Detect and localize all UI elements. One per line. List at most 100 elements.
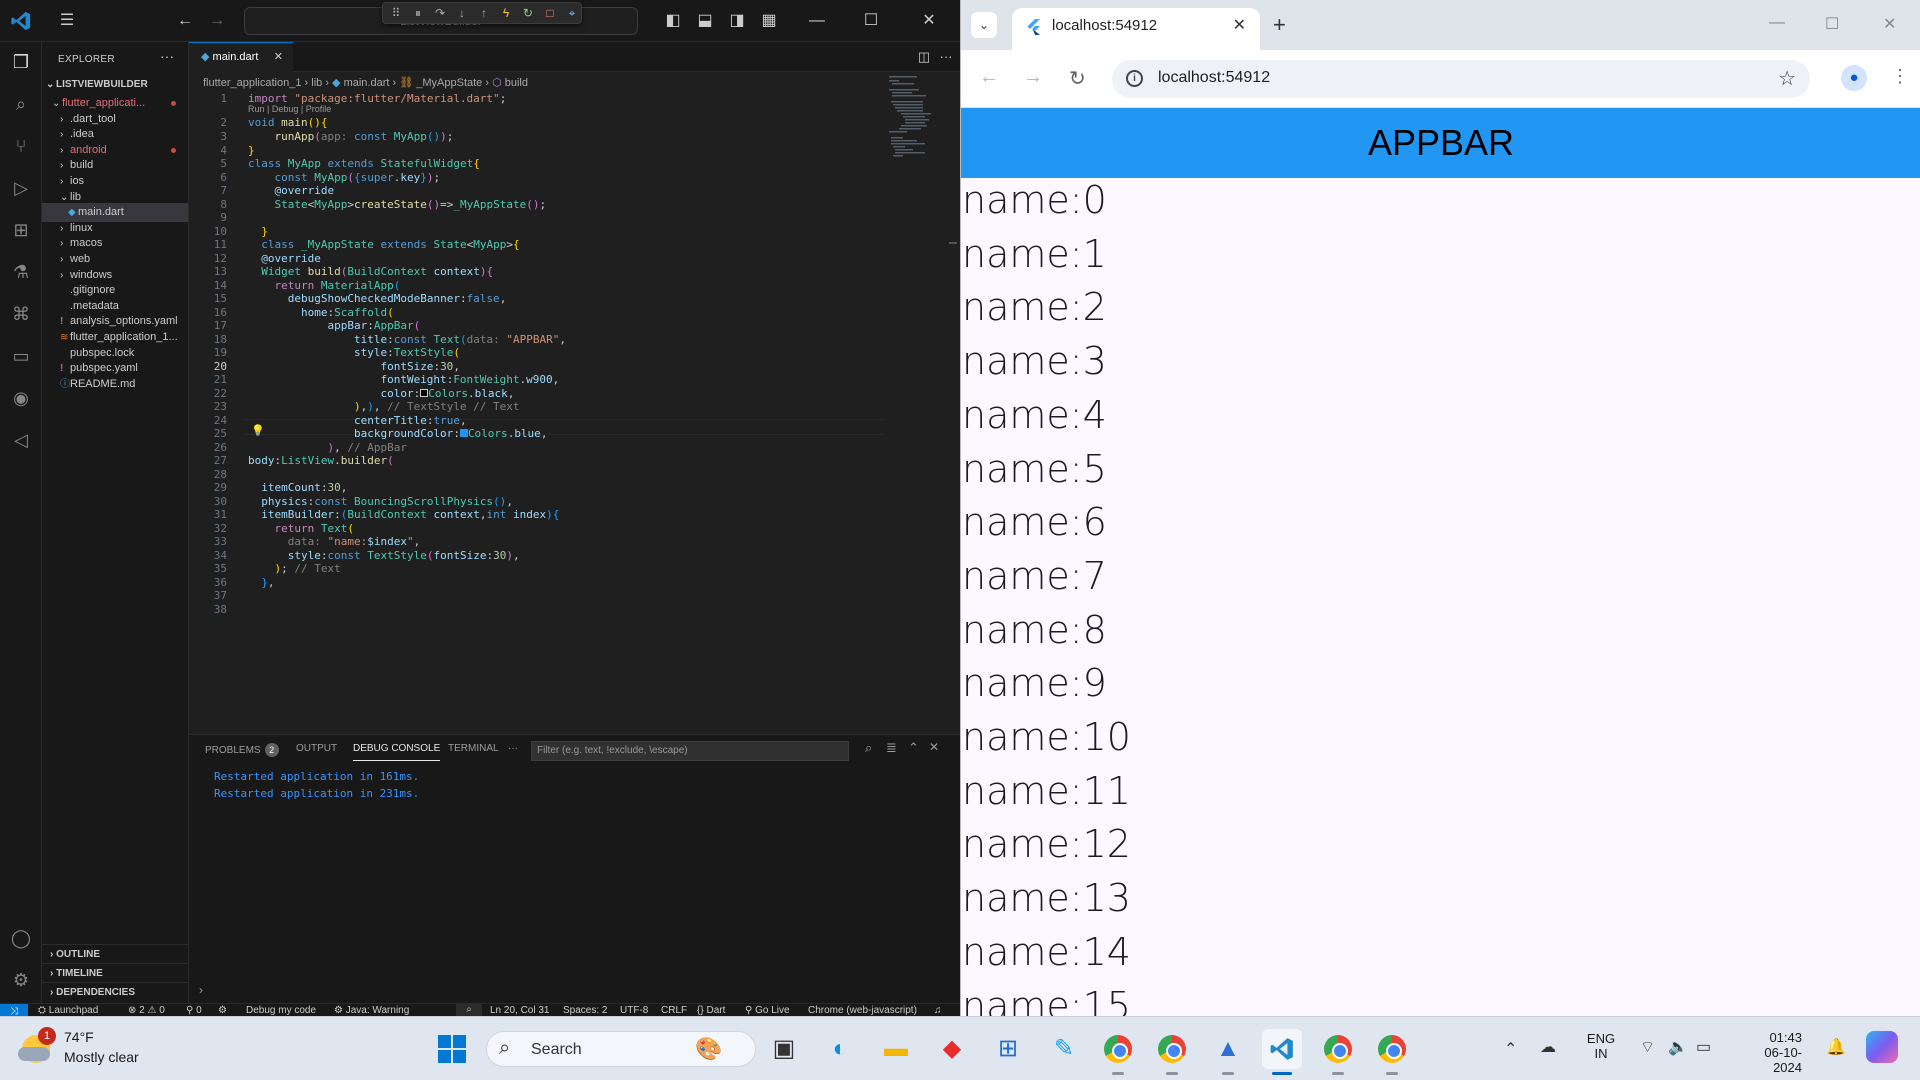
explorer-icon[interactable]: ❐: [9, 50, 33, 74]
language-mode[interactable]: {} Dart: [697, 1005, 725, 1016]
file-explorer-icon[interactable]: ▬: [876, 1029, 916, 1069]
reload-icon[interactable]: ↻: [1069, 66, 1086, 91]
chrome-close-icon[interactable]: ✕: [1883, 14, 1896, 34]
vscode-taskbar-icon[interactable]: [1262, 1029, 1302, 1075]
new-tab-plus-icon[interactable]: +: [1273, 12, 1286, 38]
source-control-icon[interactable]: ⑂: [9, 134, 33, 158]
tab-terminal[interactable]: TERMINAL: [448, 743, 499, 754]
python-icon[interactable]: ⌘: [9, 302, 33, 326]
timeline-section[interactable]: › TIMELINE: [42, 963, 188, 982]
debug-my-code-status[interactable]: Debug my code: [246, 1005, 316, 1016]
split-editor-icon[interactable]: ◫: [913, 46, 935, 68]
device-status[interactable]: Chrome (web-javascript): [808, 1005, 917, 1016]
gitlens-icon[interactable]: ◉: [9, 386, 33, 410]
step-out-icon[interactable]: ↑: [475, 4, 493, 22]
dependencies-section[interactable]: › DEPENDENCIES: [42, 982, 188, 1001]
notification-bell-icon[interactable]: 🔔: [1826, 1037, 1846, 1057]
breadcrumb-project[interactable]: flutter_application_1: [203, 77, 301, 89]
accounts-icon[interactable]: ◯: [9, 926, 33, 950]
photos-app-icon[interactable]: ▲: [1208, 1029, 1248, 1075]
search-icon[interactable]: ⌕: [9, 92, 33, 116]
clear-console-icon[interactable]: ≣: [886, 740, 897, 756]
battery-icon[interactable]: ▭: [1696, 1037, 1711, 1057]
folder-icon[interactable]: ▭: [9, 344, 33, 368]
maximize-icon[interactable]: ☐: [860, 10, 882, 32]
chrome-taskbar-icon-3[interactable]: [1318, 1029, 1358, 1075]
toggle-primary-sidebar-icon[interactable]: ◧: [662, 10, 684, 32]
tab-debug-console[interactable]: DEBUG CONSOLE: [353, 743, 441, 761]
launchpad-status[interactable]: ⛭ Launchpad: [38, 1005, 98, 1016]
cursor-position[interactable]: Ln 20, Col 31: [490, 1005, 550, 1016]
breadcrumb-lib[interactable]: lib: [311, 77, 322, 89]
hot-reload-icon[interactable]: ϟ: [497, 4, 515, 22]
forward-arrow-icon[interactable]: →: [206, 10, 228, 32]
line-endings[interactable]: CRLF: [661, 1005, 687, 1016]
chrome-maximize-icon[interactable]: ☐: [1825, 14, 1839, 34]
chrome-taskbar-icon[interactable]: [1098, 1029, 1138, 1075]
problems-status[interactable]: ⊗ 2 ⚠ 0: [128, 1005, 165, 1016]
onedrive-icon[interactable]: ☁: [1540, 1037, 1556, 1057]
wifi-icon[interactable]: ⌔: [1640, 1037, 1655, 1057]
back-arrow-icon[interactable]: ←: [979, 66, 999, 89]
more-actions-icon[interactable]: ···: [160, 48, 174, 64]
code-editor[interactable]: 1 2 3 4 5 6 7 8 9 10 11 12 13 14 15 16 17 18 19 20 21 22 23 24 2…: [189, 92, 884, 732]
tab-problems[interactable]: PROBLEMS 2: [205, 743, 279, 757]
customize-layout-icon[interactable]: ▦: [758, 10, 780, 32]
tab-close-icon[interactable]: ✕: [274, 43, 283, 72]
chrome-taskbar-icon-4[interactable]: [1372, 1029, 1412, 1075]
run-debug-icon[interactable]: ▷: [9, 176, 33, 200]
project-folder[interactable]: ⌄ LISTVIEWBUILDER: [42, 75, 188, 94]
tab-main-dart[interactable]: ◆ main.dart ✕: [189, 42, 293, 72]
close-panel-icon[interactable]: ✕: [929, 740, 939, 754]
editor-more-icon[interactable]: ···: [935, 46, 957, 68]
drag-handle-icon[interactable]: ⠿: [387, 4, 405, 22]
browser-tab[interactable]: localhost:54912 ✕: [1012, 8, 1260, 50]
profile-avatar-icon[interactable]: ●: [1841, 65, 1867, 91]
step-into-icon[interactable]: ↓: [453, 4, 471, 22]
panel-more-icon[interactable]: ···: [508, 743, 518, 754]
minimize-icon[interactable]: —: [806, 10, 828, 32]
breadcrumb-method[interactable]: build: [505, 77, 528, 89]
microsoft-store-icon[interactable]: ⊞: [988, 1029, 1028, 1069]
java-status[interactable]: ⚙ Java: Warning: [334, 1005, 409, 1016]
language-indicator[interactable]: ENG IN: [1586, 1031, 1616, 1061]
chrome-minimize-icon[interactable]: —: [1769, 14, 1785, 32]
inspect-icon[interactable]: ⌖: [563, 4, 581, 22]
back-arrow-icon[interactable]: ←: [174, 10, 196, 32]
menu-icon[interactable]: ☰: [56, 10, 78, 32]
task-view-icon[interactable]: ▣: [764, 1029, 804, 1069]
filter-search-icon[interactable]: ⌕: [865, 740, 872, 756]
notifications-bell-icon[interactable]: ♫: [934, 1005, 942, 1016]
forward-arrow-icon[interactable]: →: [1023, 66, 1043, 89]
encoding[interactable]: UTF-8: [620, 1005, 648, 1016]
chrome-menu-icon[interactable]: ⋮: [1891, 66, 1909, 87]
copilot-icon[interactable]: [1866, 1031, 1898, 1063]
ports-status[interactable]: ⚲ 0: [186, 1005, 202, 1016]
go-live-status[interactable]: ⚲ Go Live: [745, 1005, 790, 1016]
close-icon[interactable]: ✕: [918, 10, 940, 32]
clock[interactable]: 01:43 06-10-2024: [1736, 1030, 1802, 1075]
debug-status-icon[interactable]: ⚙: [218, 1005, 227, 1016]
maximize-panel-icon[interactable]: ⌃: [908, 740, 919, 756]
tree-file-readme[interactable]: ⓘREADME.md: [42, 375, 188, 394]
toggle-panel-icon[interactable]: ⬓: [694, 10, 716, 32]
volume-icon[interactable]: 🔈: [1668, 1037, 1688, 1057]
bookmark-star-icon[interactable]: ☆: [1778, 66, 1796, 91]
codelens[interactable]: Run | Debug | Profile: [248, 104, 331, 114]
edge-icon[interactable]: ◐: [820, 1029, 860, 1069]
flutter-icon[interactable]: ◁: [9, 428, 33, 452]
start-button[interactable]: [432, 1029, 472, 1069]
weather-widget[interactable]: 1: [18, 1027, 58, 1069]
settings-gear-icon[interactable]: ⚙: [9, 968, 33, 992]
console-prompt-chevron-icon[interactable]: ›: [199, 983, 203, 997]
minimap[interactable]: [889, 74, 949, 194]
console-filter-input[interactable]: Filter (e.g. text, !exclude, \escape): [531, 741, 849, 761]
restart-icon[interactable]: ↻: [519, 4, 537, 22]
tab-search-chevron-icon[interactable]: ⌄: [971, 12, 997, 38]
outline-section[interactable]: › OUTLINE: [42, 944, 188, 963]
stop-icon[interactable]: □: [541, 4, 559, 22]
flutter-listview[interactable]: name:0 name:1 name:2 name:3 name:4 name:5 name…: [961, 178, 1920, 1016]
pause-icon[interactable]: ⏸: [409, 4, 427, 22]
tab-output[interactable]: OUTPUT: [296, 743, 337, 754]
extensions-icon[interactable]: ⊞: [9, 218, 33, 242]
